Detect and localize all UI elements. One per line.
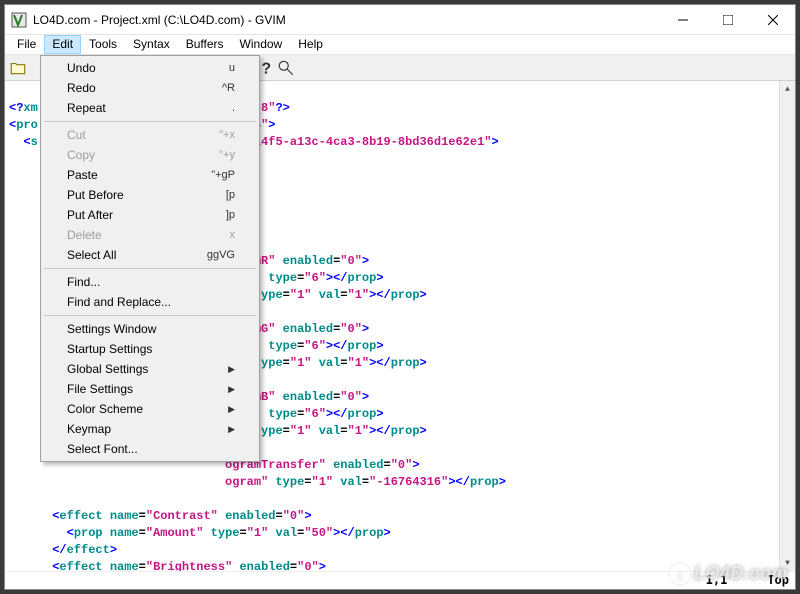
chevron-right-icon: ▶ [228, 424, 235, 435]
menu-item-delete: Deletex [43, 225, 257, 245]
menu-item-paste[interactable]: Paste"+gP [43, 165, 257, 185]
menu-window[interactable]: Window [232, 35, 291, 54]
menu-item-global-settings[interactable]: Global Settings▶ [43, 359, 257, 379]
menu-item-put-before[interactable]: Put Before[p [43, 185, 257, 205]
svg-text:?: ? [262, 60, 272, 76]
vertical-scrollbar[interactable]: ▲ ▼ [779, 81, 795, 571]
chevron-right-icon: ▶ [228, 404, 235, 415]
menu-item-put-after[interactable]: Put After]p [43, 205, 257, 225]
minimize-button[interactable] [660, 6, 705, 34]
menu-tools[interactable]: Tools [81, 35, 125, 54]
menu-item-color-scheme[interactable]: Color Scheme▶ [43, 399, 257, 419]
menu-item-repeat[interactable]: Repeat. [43, 98, 257, 118]
menu-help[interactable]: Help [290, 35, 331, 54]
menu-item-file-settings[interactable]: File Settings▶ [43, 379, 257, 399]
app-icon [11, 12, 27, 28]
scroll-position: Top [767, 572, 789, 589]
close-button[interactable] [750, 6, 795, 34]
menu-item-find-and-replace[interactable]: Find and Replace... [43, 292, 257, 312]
scroll-up-icon[interactable]: ▲ [780, 81, 795, 97]
menu-item-settings-window[interactable]: Settings Window [43, 319, 257, 339]
menu-item-copy: Copy"+y [43, 145, 257, 165]
menu-item-keymap[interactable]: Keymap▶ [43, 419, 257, 439]
scroll-down-icon[interactable]: ▼ [780, 555, 795, 571]
menu-item-find[interactable]: Find... [43, 272, 257, 292]
menu-item-cut: Cut"+x [43, 125, 257, 145]
menubar: File Edit Tools Syntax Buffers Window He… [5, 35, 795, 55]
chevron-right-icon: ▶ [228, 364, 235, 375]
search-icon[interactable] [277, 59, 295, 77]
open-icon[interactable] [9, 59, 27, 77]
window-title: LO4D.com - Project.xml (C:\LO4D.com) - G… [33, 13, 660, 27]
window-controls [660, 6, 795, 34]
menu-file[interactable]: File [9, 35, 44, 54]
menu-edit[interactable]: Edit [44, 35, 81, 54]
maximize-button[interactable] [705, 6, 750, 34]
menu-item-select-font[interactable]: Select Font... [43, 439, 257, 459]
menu-item-select-all[interactable]: Select AllggVG [43, 245, 257, 265]
menu-item-undo[interactable]: Undou [43, 58, 257, 78]
cursor-position: 1,1 [706, 572, 728, 589]
menu-item-redo[interactable]: Redo^R [43, 78, 257, 98]
menu-item-startup-settings[interactable]: Startup Settings [43, 339, 257, 359]
edit-menu-dropdown: UndouRedo^RRepeat. Cut"+xCopy"+yPaste"+gP… [40, 55, 260, 462]
chevron-right-icon: ▶ [228, 384, 235, 395]
status-line: 1,1 Top [5, 571, 795, 589]
titlebar: LO4D.com - Project.xml (C:\LO4D.com) - G… [5, 5, 795, 35]
menu-syntax[interactable]: Syntax [125, 35, 178, 54]
menu-buffers[interactable]: Buffers [178, 35, 232, 54]
